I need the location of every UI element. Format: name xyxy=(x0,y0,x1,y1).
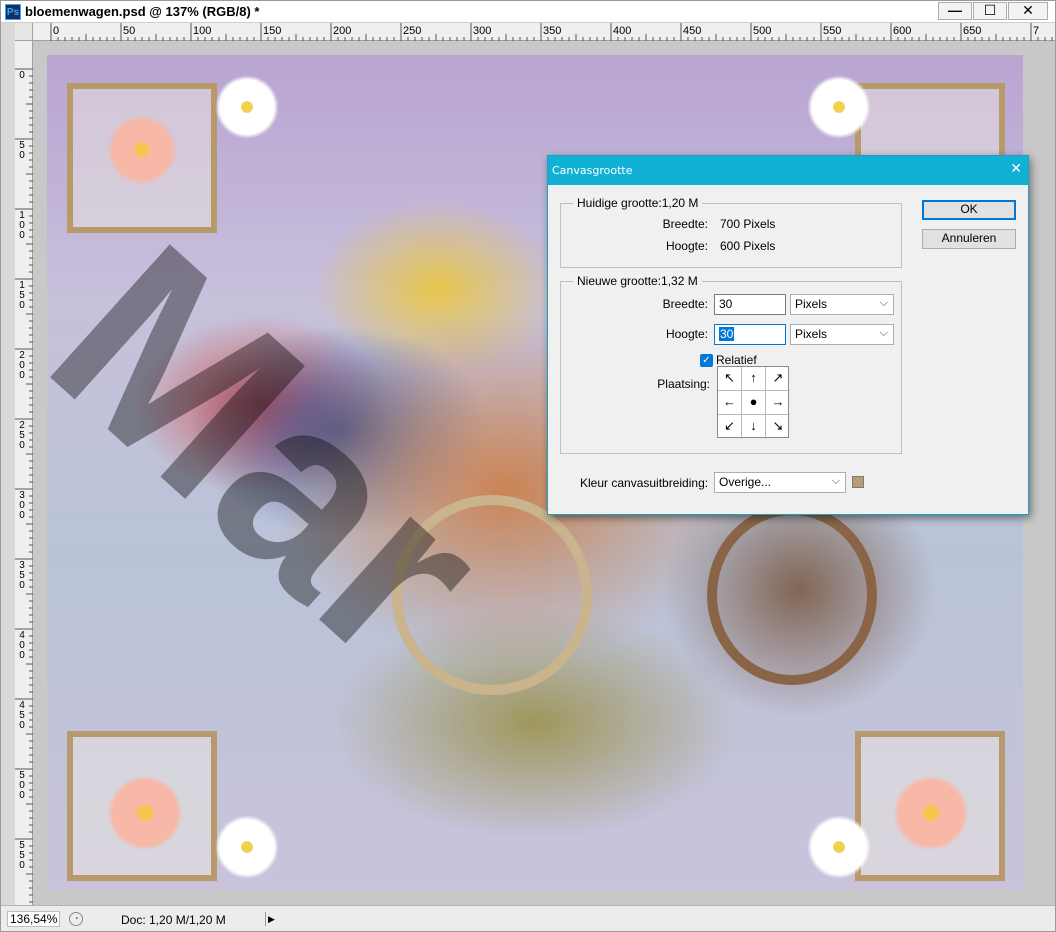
chevron-down-icon: ⌵ xyxy=(879,297,888,309)
anchor-grid[interactable]: ↖ ↑ ↗ ← ● → ↙ ↓ ↘ xyxy=(717,366,790,439)
photoshop-window: Ps bloemenwagen.psd @ 137% (RGB/8) * — ☐… xyxy=(0,0,1056,932)
ruler-left-label: 5 5 0 xyxy=(19,840,25,871)
ruler-left-label: 3 5 0 xyxy=(19,560,25,591)
current-height-label: Hoogte: xyxy=(665,239,708,253)
ruler-left-label: 5 0 0 xyxy=(19,770,25,801)
document-title: bloemenwagen.psd @ 137% (RGB/8) * xyxy=(25,4,260,19)
relative-label: Relatief xyxy=(716,353,757,367)
flower-bottom-right xyxy=(893,775,969,851)
document-size-info: Doc: 1,20 M/1,20 M xyxy=(121,913,226,927)
ruler-top-label: 500 xyxy=(753,25,772,37)
new-height-label: Hoogte: xyxy=(665,327,708,341)
zoom-level-field[interactable]: 136,54% xyxy=(7,911,61,927)
horizontal-ruler[interactable]: 0 50 100 150 200 250 300 350 400 450 500 550 600 650 7 xyxy=(33,23,1055,41)
maximize-button[interactable]: ☐ xyxy=(973,2,1007,20)
ruler-origin-corner[interactable] xyxy=(15,23,33,41)
cancel-button[interactable]: Annuleren xyxy=(922,229,1016,249)
flower-top-left xyxy=(107,115,177,185)
anchor-nw-icon[interactable]: ↖ xyxy=(718,367,742,391)
anchor-s-icon[interactable]: ↓ xyxy=(742,415,766,439)
ruler-left-label: 3 0 0 xyxy=(19,490,25,521)
new-width-unit-value: Pixels xyxy=(795,297,828,311)
anchor-se-icon[interactable]: ↘ xyxy=(766,415,790,439)
photoshop-app-icon: Ps xyxy=(5,4,21,20)
ruler-top-label: 150 xyxy=(263,25,282,37)
ruler-top-label: 600 xyxy=(893,25,912,37)
new-size-legend: Nieuwe grootte:1,32 M xyxy=(577,274,698,288)
cart-wheel-back xyxy=(707,505,877,685)
ruler-top-label: 300 xyxy=(473,25,492,37)
ruler-top-label: 350 xyxy=(543,25,562,37)
extension-color-value: Overige... xyxy=(719,475,772,489)
current-width-label: Breedte: xyxy=(662,217,708,231)
vertical-ruler[interactable]: 0 5 0 1 0 0 1 5 0 2 0 0 2 5 0 3 0 0 3 5 0 4 0 0 4… xyxy=(15,41,33,921)
new-height-unit-value: Pixels xyxy=(795,327,828,341)
relative-checkbox[interactable]: ✓ xyxy=(700,354,713,367)
white-flower-bottom-right xyxy=(807,815,871,879)
anchor-n-icon[interactable]: ↑ xyxy=(742,367,766,391)
new-width-unit-select[interactable]: Pixels ⌵ xyxy=(790,294,894,315)
extension-color-label: Kleur canvasuitbreiding: xyxy=(580,476,709,490)
ruler-left-label: 1 0 0 xyxy=(19,210,25,241)
canvas-size-dialog: Canvasgrootte ✕ Huidige grootte:1,20 M B… xyxy=(547,155,1029,515)
dialog-title: Canvasgrootte xyxy=(552,164,633,177)
ruler-top-label: 250 xyxy=(403,25,422,37)
status-bar: 136,54% ◔ Doc: 1,20 M/1,20 M ▶ xyxy=(1,905,1055,931)
anchor-w-icon[interactable]: ← xyxy=(718,391,742,415)
new-width-label: Breedte: xyxy=(662,297,708,311)
ruler-top-label: 400 xyxy=(613,25,632,37)
ok-button[interactable]: OK xyxy=(922,200,1016,220)
ruler-left-label: 1 5 0 xyxy=(19,280,25,311)
anchor-ne-icon[interactable]: ↗ xyxy=(766,367,790,391)
ruler-left-label: 2 0 0 xyxy=(19,350,25,381)
current-height-value: 600 Pixels xyxy=(720,239,776,253)
ruler-top-label: 200 xyxy=(333,25,352,37)
new-height-unit-select[interactable]: Pixels ⌵ xyxy=(790,324,894,345)
status-menu-arrow[interactable]: ▶ xyxy=(265,912,277,926)
current-size-legend: Huidige grootte:1,20 M xyxy=(577,196,699,210)
extension-color-swatch[interactable] xyxy=(852,476,864,488)
ruler-top-label: 0 xyxy=(53,25,60,37)
extension-color-select[interactable]: Overige... ⌵ xyxy=(714,472,846,493)
ruler-top-label: 550 xyxy=(823,25,842,37)
white-flower-top-right xyxy=(807,75,871,139)
ruler-top-label: 100 xyxy=(193,25,212,37)
dialog-close-icon[interactable]: ✕ xyxy=(1010,160,1022,177)
new-width-input[interactable]: 30 xyxy=(714,294,786,315)
anchor-center-icon[interactable]: ● xyxy=(742,391,766,415)
ruler-top-label: 7 xyxy=(1033,25,1040,37)
ruler-top-label: 650 xyxy=(963,25,982,37)
chevron-down-icon: ⌵ xyxy=(879,327,888,339)
white-flower-bottom-left xyxy=(215,815,279,879)
new-height-selected-text: 30 xyxy=(719,327,735,341)
title-bar: Ps bloemenwagen.psd @ 137% (RGB/8) * — ☐… xyxy=(1,1,1055,23)
ruler-left-label: 5 0 xyxy=(19,140,25,161)
dialog-title-bar: Canvasgrootte ✕ xyxy=(548,156,1028,185)
close-window-button[interactable]: ✕ xyxy=(1008,2,1048,20)
ruler-left-label: 2 5 0 xyxy=(19,420,25,451)
anchor-sw-icon[interactable]: ↙ xyxy=(718,415,742,439)
document-info-icon[interactable]: ◔ xyxy=(69,912,83,926)
ruler-left-label: 0 xyxy=(19,70,25,81)
chevron-down-icon: ⌵ xyxy=(831,475,840,487)
anchor-label: Plaatsing: xyxy=(657,377,710,391)
white-flower-top-left xyxy=(215,75,279,139)
new-height-input[interactable]: 30 xyxy=(714,324,786,345)
ruler-top-label: 450 xyxy=(683,25,702,37)
ruler-top-label: 50 xyxy=(123,25,136,37)
flower-bottom-left xyxy=(107,775,183,851)
minimize-button[interactable]: — xyxy=(938,2,972,20)
ruler-left-label: 4 0 0 xyxy=(19,630,25,661)
current-width-value: 700 Pixels xyxy=(720,217,776,231)
ruler-left-label: 4 5 0 xyxy=(19,700,25,731)
current-size-group: Huidige grootte:1,20 M xyxy=(560,196,902,268)
anchor-e-icon[interactable]: → xyxy=(766,391,790,415)
